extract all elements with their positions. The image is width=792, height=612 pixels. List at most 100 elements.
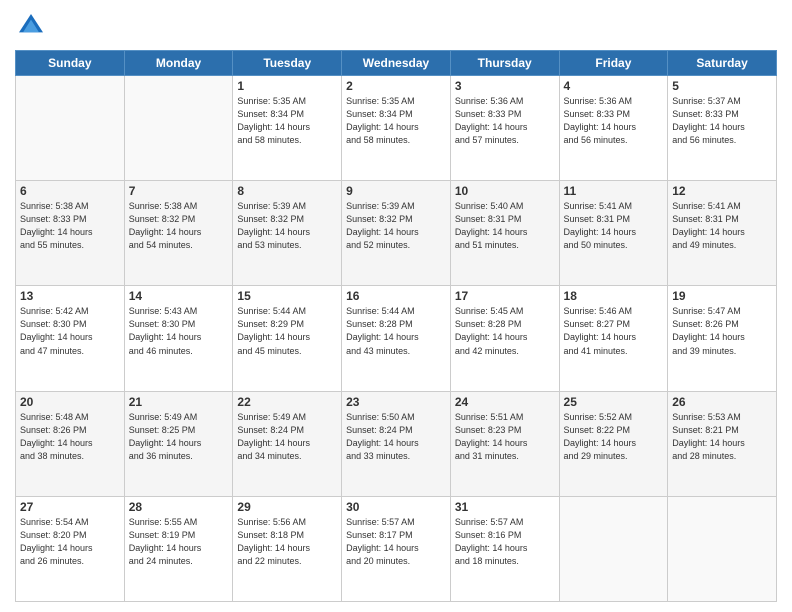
calendar-cell: 21 Sunrise: 5:49 AM Sunset: 8:25 PM Dayli… — [124, 391, 233, 496]
day-number: 17 — [455, 289, 555, 303]
day-header-tuesday: Tuesday — [233, 51, 342, 76]
day-info: Sunrise: 5:49 AM Sunset: 8:24 PM Dayligh… — [237, 412, 310, 461]
day-info: Sunrise: 5:42 AM Sunset: 8:30 PM Dayligh… — [20, 306, 93, 355]
calendar-cell: 30 Sunrise: 5:57 AM Sunset: 8:17 PM Dayli… — [342, 496, 451, 601]
calendar-cell: 29 Sunrise: 5:56 AM Sunset: 8:18 PM Dayli… — [233, 496, 342, 601]
day-info: Sunrise: 5:40 AM Sunset: 8:31 PM Dayligh… — [455, 201, 528, 250]
day-info: Sunrise: 5:52 AM Sunset: 8:22 PM Dayligh… — [564, 412, 637, 461]
calendar-cell: 11 Sunrise: 5:41 AM Sunset: 8:31 PM Dayli… — [559, 181, 668, 286]
day-number: 9 — [346, 184, 446, 198]
day-number: 19 — [672, 289, 772, 303]
day-info: Sunrise: 5:38 AM Sunset: 8:32 PM Dayligh… — [129, 201, 202, 250]
day-number: 1 — [237, 79, 337, 93]
calendar-cell: 7 Sunrise: 5:38 AM Sunset: 8:32 PM Daylig… — [124, 181, 233, 286]
day-info: Sunrise: 5:55 AM Sunset: 8:19 PM Dayligh… — [129, 517, 202, 566]
day-header-wednesday: Wednesday — [342, 51, 451, 76]
day-number: 11 — [564, 184, 664, 198]
calendar-cell: 10 Sunrise: 5:40 AM Sunset: 8:31 PM Dayli… — [450, 181, 559, 286]
calendar-cell: 8Sunrise: 5:39 AM Sunset: 8:32 PM Daylig… — [233, 181, 342, 286]
calendar-cell: 3Sunrise: 5:36 AM Sunset: 8:33 PM Daylig… — [450, 76, 559, 181]
day-number: 29 — [237, 500, 337, 514]
day-info: Sunrise: 5:36 AM Sunset: 8:33 PM Dayligh… — [564, 96, 637, 145]
calendar-cell: 24 Sunrise: 5:51 AM Sunset: 8:23 PM Dayli… — [450, 391, 559, 496]
calendar-week-row: 6Sunrise: 5:38 AM Sunset: 8:33 PM Daylig… — [16, 181, 777, 286]
logo-icon — [15, 10, 47, 42]
calendar-cell: 19 Sunrise: 5:47 AM Sunset: 8:26 PM Dayli… — [668, 286, 777, 391]
day-number: 13 — [20, 289, 120, 303]
calendar-header-row: SundayMondayTuesdayWednesdayThursdayFrid… — [16, 51, 777, 76]
calendar-cell: 25 Sunrise: 5:52 AM Sunset: 8:22 PM Dayli… — [559, 391, 668, 496]
day-number: 5 — [672, 79, 772, 93]
day-info: Sunrise: 5:47 AM Sunset: 8:26 PM Dayligh… — [672, 306, 745, 355]
day-number: 16 — [346, 289, 446, 303]
day-header-friday: Friday — [559, 51, 668, 76]
calendar-week-row: 27 Sunrise: 5:54 AM Sunset: 8:20 PM Dayli… — [16, 496, 777, 601]
page: SundayMondayTuesdayWednesdayThursdayFrid… — [0, 0, 792, 612]
day-number: 7 — [129, 184, 229, 198]
day-header-monday: Monday — [124, 51, 233, 76]
day-info: Sunrise: 5:46 AM Sunset: 8:27 PM Dayligh… — [564, 306, 637, 355]
day-info: Sunrise: 5:49 AM Sunset: 8:25 PM Dayligh… — [129, 412, 202, 461]
day-info: Sunrise: 5:54 AM Sunset: 8:20 PM Dayligh… — [20, 517, 93, 566]
calendar-cell: 26 Sunrise: 5:53 AM Sunset: 8:21 PM Dayli… — [668, 391, 777, 496]
day-number: 21 — [129, 395, 229, 409]
day-info: Sunrise: 5:43 AM Sunset: 8:30 PM Dayligh… — [129, 306, 202, 355]
calendar-cell: 23Sunrise: 5:50 AM Sunset: 8:24 PM Dayli… — [342, 391, 451, 496]
day-number: 26 — [672, 395, 772, 409]
calendar-cell: 2 Sunrise: 5:35 AM Sunset: 8:34 PM Daylig… — [342, 76, 451, 181]
calendar-cell: 20 Sunrise: 5:48 AM Sunset: 8:26 PM Dayli… — [16, 391, 125, 496]
day-info: Sunrise: 5:44 AM Sunset: 8:29 PM Dayligh… — [237, 306, 310, 355]
header — [15, 10, 777, 42]
calendar-cell: 17 Sunrise: 5:45 AM Sunset: 8:28 PM Dayli… — [450, 286, 559, 391]
day-number: 2 — [346, 79, 446, 93]
calendar-cell — [16, 76, 125, 181]
day-info: Sunrise: 5:37 AM Sunset: 8:33 PM Dayligh… — [672, 96, 745, 145]
day-info: Sunrise: 5:57 AM Sunset: 8:16 PM Dayligh… — [455, 517, 528, 566]
day-info: Sunrise: 5:48 AM Sunset: 8:26 PM Dayligh… — [20, 412, 93, 461]
day-info: Sunrise: 5:56 AM Sunset: 8:18 PM Dayligh… — [237, 517, 310, 566]
calendar-cell: 12 Sunrise: 5:41 AM Sunset: 8:31 PM Dayli… — [668, 181, 777, 286]
calendar-cell: 6Sunrise: 5:38 AM Sunset: 8:33 PM Daylig… — [16, 181, 125, 286]
day-info: Sunrise: 5:50 AM Sunset: 8:24 PM Dayligh… — [346, 412, 419, 461]
calendar-cell: 22 Sunrise: 5:49 AM Sunset: 8:24 PM Dayli… — [233, 391, 342, 496]
day-number: 18 — [564, 289, 664, 303]
day-info: Sunrise: 5:38 AM Sunset: 8:33 PM Dayligh… — [20, 201, 93, 250]
day-number: 14 — [129, 289, 229, 303]
calendar-table: SundayMondayTuesdayWednesdayThursdayFrid… — [15, 50, 777, 602]
day-info: Sunrise: 5:41 AM Sunset: 8:31 PM Dayligh… — [564, 201, 637, 250]
calendar-cell — [668, 496, 777, 601]
day-number: 25 — [564, 395, 664, 409]
day-number: 30 — [346, 500, 446, 514]
day-number: 28 — [129, 500, 229, 514]
calendar-cell: 28 Sunrise: 5:55 AM Sunset: 8:19 PM Dayli… — [124, 496, 233, 601]
calendar-cell: 13 Sunrise: 5:42 AM Sunset: 8:30 PM Dayli… — [16, 286, 125, 391]
day-info: Sunrise: 5:45 AM Sunset: 8:28 PM Dayligh… — [455, 306, 528, 355]
calendar-cell: 27 Sunrise: 5:54 AM Sunset: 8:20 PM Dayli… — [16, 496, 125, 601]
day-number: 31 — [455, 500, 555, 514]
calendar-cell: 1 Sunrise: 5:35 AM Sunset: 8:34 PM Daylig… — [233, 76, 342, 181]
day-info: Sunrise: 5:51 AM Sunset: 8:23 PM Dayligh… — [455, 412, 528, 461]
day-header-thursday: Thursday — [450, 51, 559, 76]
calendar-cell: 9 Sunrise: 5:39 AM Sunset: 8:32 PM Daylig… — [342, 181, 451, 286]
calendar-week-row: 1 Sunrise: 5:35 AM Sunset: 8:34 PM Daylig… — [16, 76, 777, 181]
calendar-cell: 4 Sunrise: 5:36 AM Sunset: 8:33 PM Daylig… — [559, 76, 668, 181]
calendar-week-row: 13 Sunrise: 5:42 AM Sunset: 8:30 PM Dayli… — [16, 286, 777, 391]
day-number: 27 — [20, 500, 120, 514]
day-info: Sunrise: 5:39 AM Sunset: 8:32 PM Dayligh… — [346, 201, 419, 250]
day-info: Sunrise: 5:57 AM Sunset: 8:17 PM Dayligh… — [346, 517, 419, 566]
day-number: 20 — [20, 395, 120, 409]
day-info: Sunrise: 5:53 AM Sunset: 8:21 PM Dayligh… — [672, 412, 745, 461]
day-info: Sunrise: 5:41 AM Sunset: 8:31 PM Dayligh… — [672, 201, 745, 250]
day-number: 8 — [237, 184, 337, 198]
day-number: 4 — [564, 79, 664, 93]
day-number: 12 — [672, 184, 772, 198]
day-number: 22 — [237, 395, 337, 409]
day-header-sunday: Sunday — [16, 51, 125, 76]
day-number: 10 — [455, 184, 555, 198]
day-info: Sunrise: 5:35 AM Sunset: 8:34 PM Dayligh… — [237, 96, 310, 145]
logo — [15, 10, 51, 42]
calendar-cell: 31 Sunrise: 5:57 AM Sunset: 8:16 PM Dayli… — [450, 496, 559, 601]
day-info: Sunrise: 5:35 AM Sunset: 8:34 PM Dayligh… — [346, 96, 419, 145]
day-number: 24 — [455, 395, 555, 409]
day-info: Sunrise: 5:36 AM Sunset: 8:33 PM Dayligh… — [455, 96, 528, 145]
